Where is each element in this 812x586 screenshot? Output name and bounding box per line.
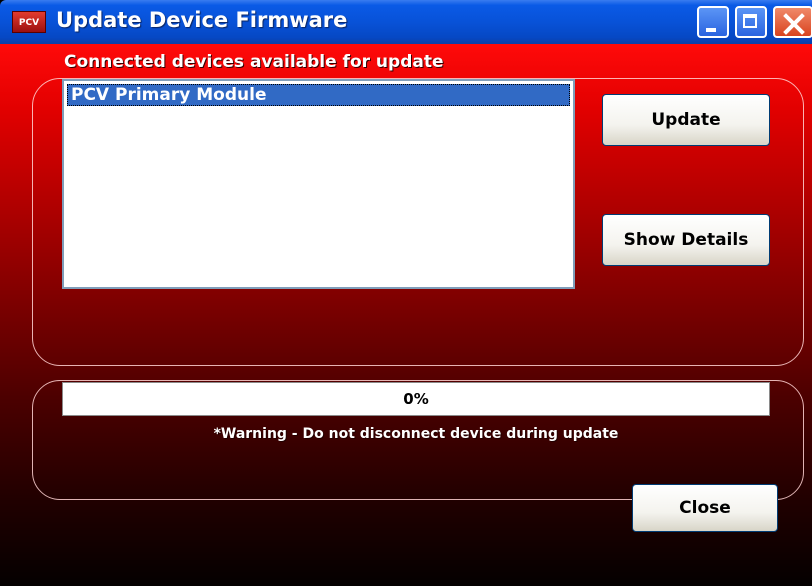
window-title: Update Device Firmware [56,8,348,32]
maximize-button[interactable] [735,6,767,38]
minimize-button[interactable] [697,6,729,38]
device-list-item[interactable]: PCV Primary Module [67,84,570,106]
close-icon [783,13,805,35]
progress-text: 0% [403,390,429,408]
devices-listbox[interactable]: PCV Primary Module [62,79,575,289]
progress-bar: 0% [62,382,770,416]
title-bar[interactable]: PCV Update Device Firmware [0,0,812,44]
devices-label: Connected devices available for update [64,52,444,72]
show-details-button[interactable]: Show Details [602,214,770,266]
close-window-button[interactable] [773,6,812,38]
update-button[interactable]: Update [602,94,770,146]
firmware-update-window: PCV Update Device Firmware Connected dev… [0,0,812,586]
close-button[interactable]: Close [632,484,778,532]
pcv-app-icon: PCV [12,11,46,33]
warning-text: *Warning - Do not disconnect device duri… [213,426,619,442]
